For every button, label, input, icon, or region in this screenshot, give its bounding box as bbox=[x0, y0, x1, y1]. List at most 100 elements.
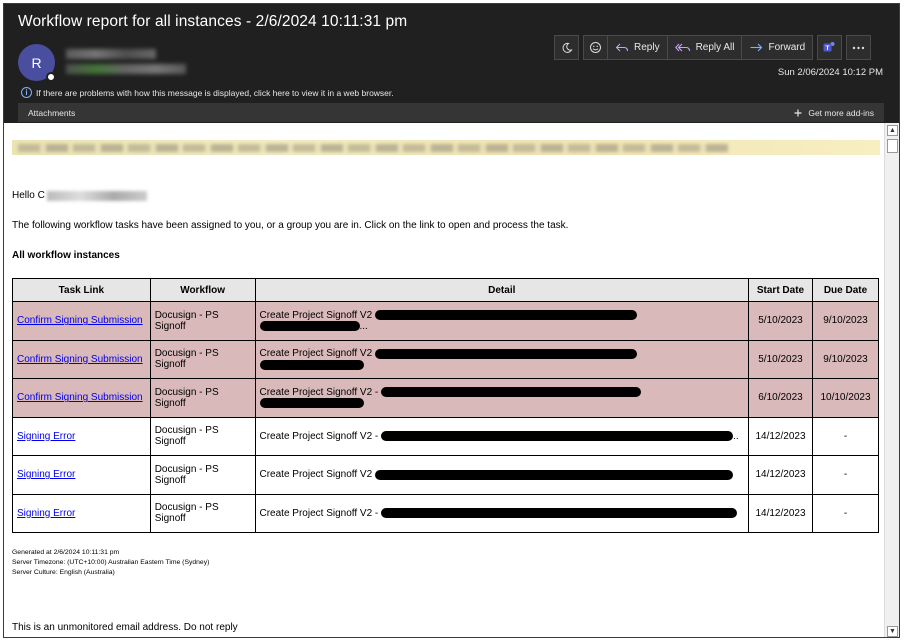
task-link-cell: Confirm Signing Submission bbox=[12, 378, 151, 418]
get-add-ins-button[interactable]: Get more add-ins bbox=[794, 108, 874, 118]
forward-arrow-icon bbox=[750, 43, 763, 52]
redaction bbox=[259, 359, 364, 370]
task-link-cell: Signing Error bbox=[12, 493, 151, 533]
header-detail: Detail bbox=[254, 278, 750, 302]
emoji-reaction-button[interactable] bbox=[583, 35, 608, 60]
redaction bbox=[374, 310, 637, 321]
header-due-date: Due Date bbox=[811, 278, 880, 302]
email-header: Workflow report for all instances - 2/6/… bbox=[4, 4, 899, 123]
intro-text: The following workflow tasks have been a… bbox=[12, 220, 569, 231]
due-date-cell: 9/10/2023 bbox=[811, 339, 880, 379]
sender-recipients-redacted bbox=[66, 64, 186, 74]
start-date-cell: 5/10/2023 bbox=[748, 301, 813, 341]
table-header-row: Task Link Workflow Detail Start Date Due… bbox=[12, 278, 880, 302]
redaction bbox=[381, 431, 734, 442]
detail-text: Create Project Signoff V2 - bbox=[259, 430, 379, 442]
table-row: Signing Error Docusign - PS Signoff Crea… bbox=[12, 455, 880, 495]
table-row: Signing Error Docusign - PS Signoff Crea… bbox=[12, 416, 880, 456]
reply-group: Reply Reply All Forward bbox=[583, 35, 814, 60]
get-add-ins-label: Get more add-ins bbox=[808, 107, 874, 118]
task-link[interactable]: Confirm Signing Submission bbox=[17, 315, 143, 326]
forward-label: Forward bbox=[768, 42, 806, 53]
forward-button[interactable]: Forward bbox=[742, 35, 814, 60]
scroll-down-arrow-icon[interactable]: ▼ bbox=[887, 626, 898, 637]
start-date-cell: 14/12/2023 bbox=[748, 416, 813, 456]
teams-icon: T bbox=[823, 42, 835, 52]
scroll-up-arrow-icon[interactable]: ▲ bbox=[887, 125, 898, 136]
detail-tail: ... bbox=[359, 320, 368, 332]
workflow-cell: Docusign - PS Signoff bbox=[149, 378, 256, 418]
task-link[interactable]: Confirm Signing Submission bbox=[17, 392, 143, 403]
redaction bbox=[259, 398, 364, 409]
reply-label: Reply bbox=[634, 42, 660, 53]
start-date-cell: 14/12/2023 bbox=[748, 493, 813, 533]
task-link[interactable]: Confirm Signing Submission bbox=[17, 354, 143, 365]
plus-icon bbox=[794, 109, 802, 116]
email-subject: Workflow report for all instances - 2/6/… bbox=[18, 13, 408, 30]
svg-text:T: T bbox=[826, 45, 830, 52]
task-link[interactable]: Signing Error bbox=[17, 431, 75, 442]
reply-all-arrow-icon bbox=[674, 43, 690, 52]
section-title: All workflow instances bbox=[12, 250, 120, 261]
due-date-cell: - bbox=[811, 416, 880, 456]
greeting: Hello C bbox=[12, 190, 147, 201]
display-problem-text: If there are problems with how this mess… bbox=[36, 87, 394, 98]
task-link[interactable]: Signing Error bbox=[17, 469, 75, 480]
task-link-cell: Signing Error bbox=[12, 416, 151, 456]
recipient-name-redacted bbox=[46, 190, 147, 201]
header-task-link: Task Link bbox=[12, 278, 151, 302]
detail-text: Create Project Signoff V2 - bbox=[259, 386, 379, 398]
sender-name-redacted bbox=[66, 49, 156, 59]
task-link-cell: Signing Error bbox=[12, 455, 151, 495]
workflow-cell: Docusign - PS Signoff bbox=[149, 339, 256, 379]
report-footer: Generated at 2/6/2024 10:11:31 pm Server… bbox=[12, 548, 209, 578]
detail-text: Create Project Signoff V2 bbox=[259, 309, 373, 321]
detail-cell: Create Project Signoff V2 - .. bbox=[254, 416, 750, 456]
reply-button[interactable]: Reply bbox=[608, 35, 668, 60]
detail-text: Create Project Signoff V2 - bbox=[259, 507, 379, 519]
detail-text: Create Project Signoff V2 bbox=[259, 469, 373, 481]
detail-tail: .. bbox=[733, 430, 739, 442]
due-date-cell: - bbox=[811, 493, 880, 533]
header-workflow: Workflow bbox=[149, 278, 256, 302]
display-problem-notice[interactable]: i If there are problems with how this me… bbox=[21, 87, 394, 98]
external-sender-banner-redacted bbox=[18, 144, 728, 152]
table-row: Confirm Signing Submission Docusign - PS… bbox=[12, 301, 880, 341]
scroll-thumb[interactable] bbox=[887, 139, 898, 153]
detail-cell: Create Project Signoff V2 - bbox=[254, 378, 750, 418]
task-link[interactable]: Signing Error bbox=[17, 508, 75, 519]
redaction bbox=[374, 348, 637, 359]
due-date-cell: 9/10/2023 bbox=[811, 301, 880, 341]
email-window: Workflow report for all instances - 2/6/… bbox=[3, 3, 900, 638]
redaction bbox=[259, 321, 360, 332]
attachments-label[interactable]: Attachments bbox=[28, 108, 75, 118]
detail-cell: Create Project Signoff V2 bbox=[254, 339, 750, 379]
server-culture: Server Culture: English (Australia) bbox=[12, 569, 115, 576]
received-date: Sun 2/06/2024 10:12 PM bbox=[777, 67, 883, 78]
start-date-cell: 14/12/2023 bbox=[748, 455, 813, 495]
table-row: Signing Error Docusign - PS Signoff Crea… bbox=[12, 493, 880, 533]
redaction bbox=[381, 387, 642, 398]
workflow-tasks-table: Task Link Workflow Detail Start Date Due… bbox=[12, 278, 880, 533]
task-link-cell: Confirm Signing Submission bbox=[12, 301, 151, 341]
generated-at: Generated at 2/6/2024 10:11:31 pm bbox=[12, 549, 120, 556]
info-icon: i bbox=[21, 87, 32, 98]
table-row: Confirm Signing Submission Docusign - PS… bbox=[12, 339, 880, 379]
moon-icon bbox=[562, 42, 573, 53]
detail-cell: Create Project Signoff V2 ... bbox=[254, 301, 750, 341]
table-row: Confirm Signing Submission Docusign - PS… bbox=[12, 378, 880, 418]
detail-cell: Create Project Signoff V2 - bbox=[254, 493, 750, 533]
header-start-date: Start Date bbox=[748, 278, 813, 302]
smiley-icon bbox=[590, 42, 601, 53]
more-actions-button[interactable] bbox=[846, 35, 872, 60]
dark-mode-button[interactable] bbox=[554, 35, 579, 60]
reply-all-button[interactable]: Reply All bbox=[667, 35, 743, 60]
due-date-cell: 10/10/2023 bbox=[811, 378, 880, 418]
unmonitored-notice: This is an unmonitored email address. Do… bbox=[12, 622, 238, 633]
vertical-scrollbar[interactable]: ▲ ▼ bbox=[884, 123, 899, 637]
workflow-cell: Docusign - PS Signoff bbox=[149, 301, 256, 341]
teams-share-button[interactable]: T bbox=[817, 35, 843, 60]
start-date-cell: 5/10/2023 bbox=[748, 339, 813, 379]
presence-status-icon bbox=[46, 72, 56, 82]
ellipsis-icon bbox=[852, 46, 865, 49]
